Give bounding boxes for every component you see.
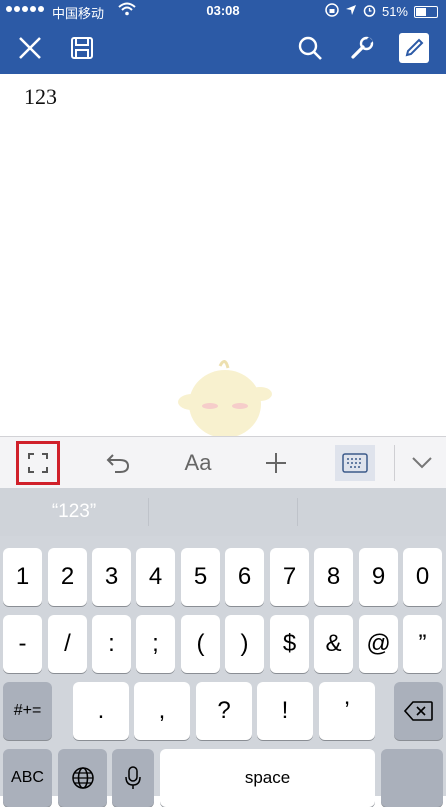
chevron-down-icon bbox=[412, 457, 432, 469]
key-3[interactable]: 3 bbox=[92, 548, 131, 606]
key-symbols-toggle[interactable]: #+= bbox=[3, 682, 52, 740]
document-canvas[interactable]: 123 bbox=[0, 74, 446, 438]
suggestion-bar: “123” bbox=[0, 488, 446, 536]
key-semicolon[interactable]: ; bbox=[136, 615, 175, 673]
close-icon bbox=[19, 37, 41, 59]
wrench-icon bbox=[351, 36, 374, 59]
hide-keyboard-button[interactable] bbox=[400, 437, 444, 489]
key-2[interactable]: 2 bbox=[48, 548, 87, 606]
keyboard-icon bbox=[342, 453, 368, 473]
pencil-icon bbox=[399, 33, 429, 63]
key-apostrophe[interactable]: ’ bbox=[319, 682, 375, 740]
watermark-mascot-icon bbox=[170, 354, 280, 449]
microphone-icon bbox=[125, 766, 141, 789]
format-label: Aa bbox=[184, 450, 212, 475]
separator bbox=[394, 445, 395, 481]
format-button[interactable]: Aa bbox=[176, 437, 220, 489]
key-4[interactable]: 4 bbox=[136, 548, 175, 606]
key-6[interactable]: 6 bbox=[225, 548, 264, 606]
space-key[interactable]: space bbox=[160, 749, 375, 807]
key-0[interactable]: 0 bbox=[403, 548, 442, 606]
key-7[interactable]: 7 bbox=[270, 548, 309, 606]
backspace-icon bbox=[403, 701, 433, 721]
key-dollar[interactable]: $ bbox=[270, 615, 309, 673]
search-icon bbox=[298, 36, 322, 60]
location-icon bbox=[345, 4, 357, 19]
globe-key[interactable] bbox=[58, 749, 107, 807]
insert-button[interactable] bbox=[254, 437, 298, 489]
key-quote[interactable]: ” bbox=[403, 615, 442, 673]
highlight-frame bbox=[16, 441, 60, 485]
key-ampersand[interactable]: & bbox=[314, 615, 353, 673]
key-exclamation[interactable]: ! bbox=[257, 682, 313, 740]
key-open-paren[interactable]: ( bbox=[181, 615, 220, 673]
lock-rotation-icon bbox=[325, 3, 339, 20]
keyboard-accessory-bar: Aa bbox=[0, 436, 446, 489]
document-text[interactable]: 123 bbox=[24, 84, 57, 110]
tools-button[interactable] bbox=[344, 30, 380, 66]
key-colon[interactable]: : bbox=[92, 615, 131, 673]
app-toolbar bbox=[0, 22, 446, 74]
key-comma[interactable]: , bbox=[134, 682, 190, 740]
battery-icon bbox=[414, 5, 438, 18]
alarm-icon bbox=[363, 4, 376, 20]
key-1[interactable]: 1 bbox=[3, 548, 42, 606]
suggestion-1[interactable]: “123” bbox=[0, 488, 148, 536]
key-at[interactable]: @ bbox=[359, 615, 398, 673]
keyboard: 1 2 3 4 5 6 7 8 9 0 - / : ; ( ) $ & @ ” … bbox=[0, 536, 446, 807]
status-bar: 中国移动 03:08 51% bbox=[0, 0, 446, 22]
fullscreen-button[interactable] bbox=[14, 437, 62, 489]
search-button[interactable] bbox=[292, 30, 328, 66]
edit-button[interactable] bbox=[396, 30, 432, 66]
suggestion-2[interactable] bbox=[149, 488, 297, 536]
keyboard-panel-button[interactable] bbox=[333, 437, 377, 489]
backspace-key[interactable] bbox=[394, 682, 443, 740]
key-5[interactable]: 5 bbox=[181, 548, 220, 606]
save-button[interactable] bbox=[64, 30, 100, 66]
key-9[interactable]: 9 bbox=[359, 548, 398, 606]
plus-icon bbox=[266, 453, 286, 473]
key-question[interactable]: ? bbox=[196, 682, 252, 740]
key-hyphen[interactable]: - bbox=[3, 615, 42, 673]
key-abc[interactable]: ABC bbox=[3, 749, 52, 807]
key-slash[interactable]: / bbox=[48, 615, 87, 673]
battery-percent: 51% bbox=[381, 4, 408, 19]
suggestion-3[interactable] bbox=[298, 488, 446, 536]
globe-icon bbox=[71, 767, 94, 789]
key-close-paren[interactable]: ) bbox=[225, 615, 264, 673]
undo-icon bbox=[106, 454, 130, 473]
close-button[interactable] bbox=[12, 30, 48, 66]
dictation-key[interactable] bbox=[112, 749, 154, 807]
key-period[interactable]: . bbox=[73, 682, 129, 740]
undo-button[interactable] bbox=[96, 437, 140, 489]
save-icon bbox=[71, 37, 93, 59]
fullscreen-icon bbox=[28, 453, 48, 473]
key-8[interactable]: 8 bbox=[314, 548, 353, 606]
return-key[interactable] bbox=[381, 749, 443, 807]
